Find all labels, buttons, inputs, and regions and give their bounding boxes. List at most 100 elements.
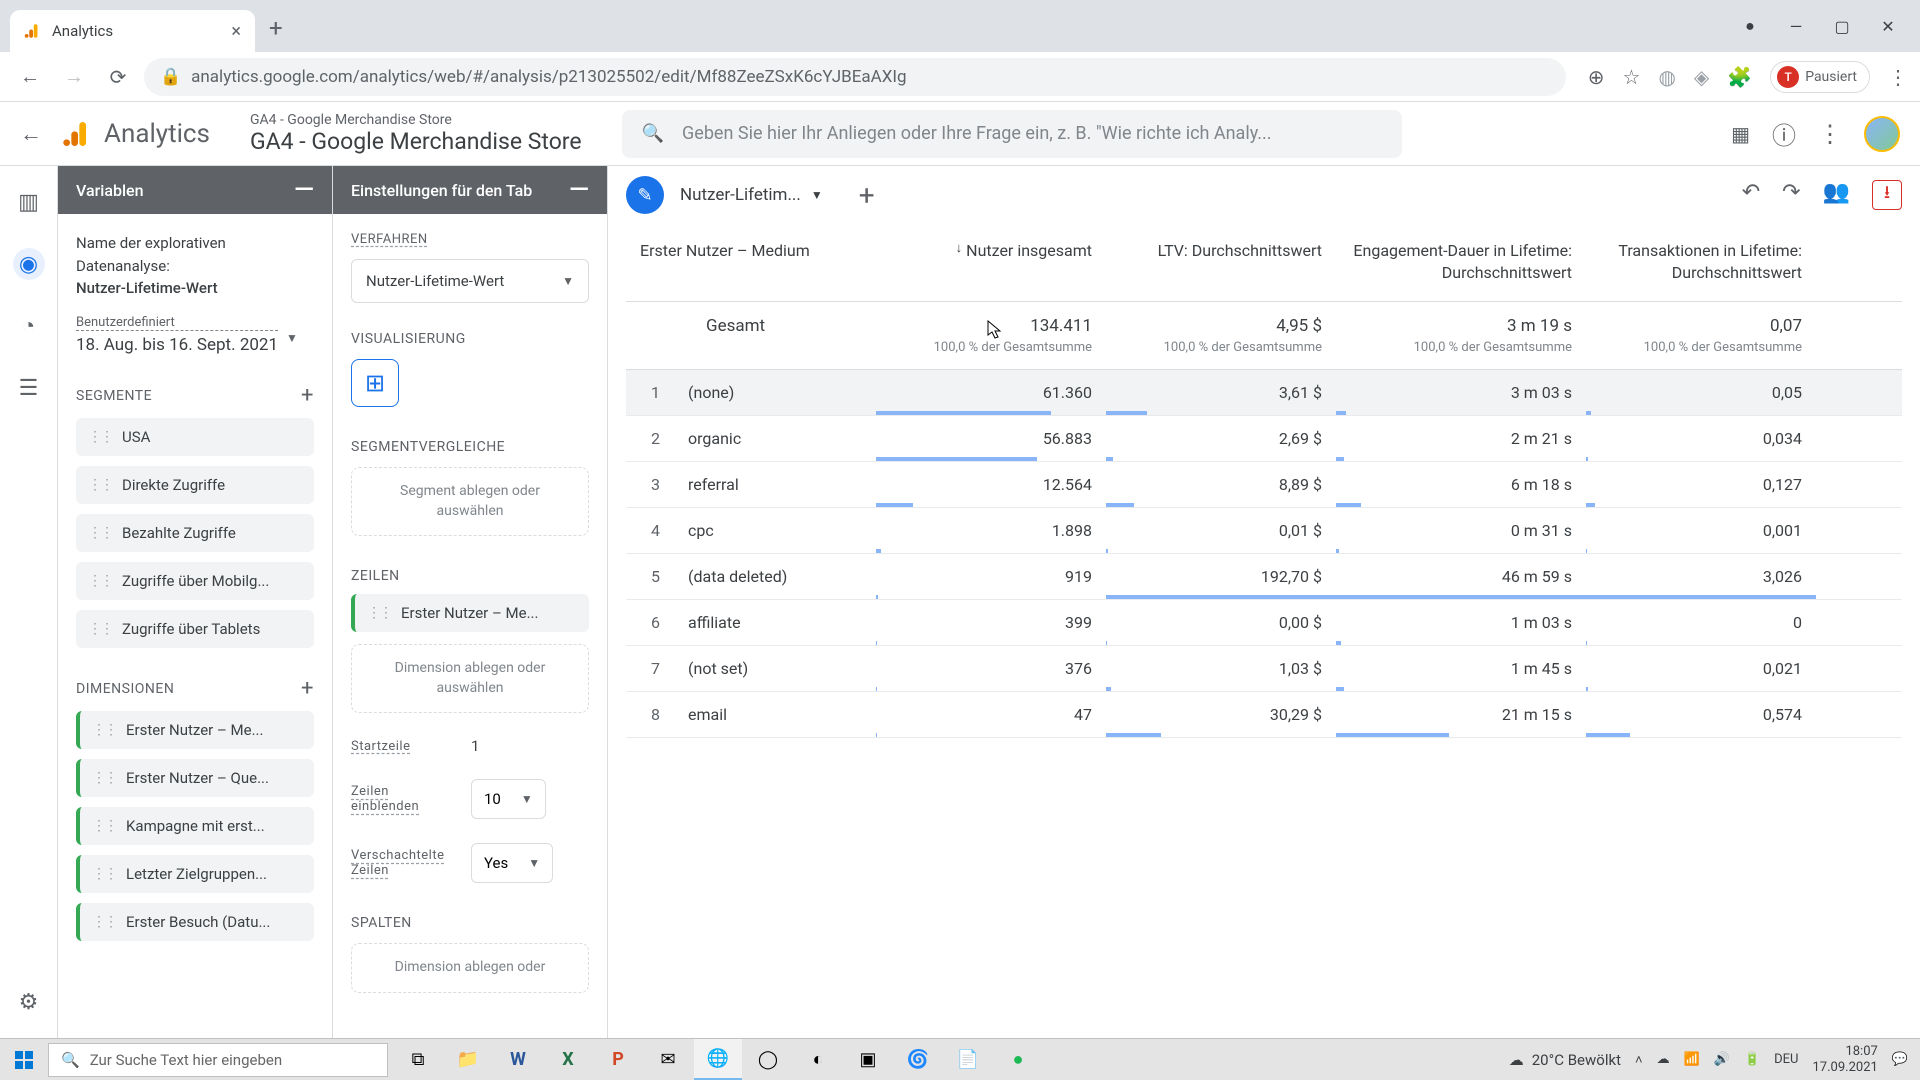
rail-configure-icon[interactable]: ☰ bbox=[13, 372, 45, 404]
obs-icon[interactable]: ◯ bbox=[744, 1039, 792, 1080]
extension-a-icon[interactable]: ◍ bbox=[1658, 65, 1675, 89]
collapse-settings-button[interactable]: — bbox=[569, 175, 589, 205]
undo-button[interactable]: ↶ bbox=[1742, 180, 1760, 210]
col-header-users[interactable]: ↓Nutzer insgesamt bbox=[876, 224, 1106, 301]
segcomp-dropzone[interactable]: Segment ablegen oder auswählen bbox=[351, 467, 589, 536]
apps-icon[interactable]: ▦ bbox=[1731, 122, 1750, 146]
table-row[interactable]: 8email4730,29 $21 m 15 s0,574 bbox=[626, 692, 1902, 738]
zoom-icon[interactable]: ⊕ bbox=[1588, 65, 1605, 89]
back-button[interactable]: ← bbox=[12, 59, 48, 95]
notepad-icon[interactable]: 📄 bbox=[944, 1039, 992, 1080]
address-bar[interactable]: 🔒 analytics.google.com/analytics/web/#/a… bbox=[144, 58, 1566, 96]
rows-chip[interactable]: ⋮⋮ Erster Nutzer – Me... bbox=[351, 594, 589, 632]
menu-icon[interactable]: ⋮ bbox=[1888, 65, 1908, 89]
export-button[interactable]: ⭳ bbox=[1872, 180, 1902, 210]
table-row[interactable]: 6affiliate3990,00 $1 m 03 s0 bbox=[626, 600, 1902, 646]
col-header-dimension[interactable]: Erster Nutzer – Medium bbox=[626, 224, 876, 301]
word-icon[interactable]: W bbox=[494, 1039, 542, 1080]
startrow-input[interactable] bbox=[471, 737, 531, 755]
app-icon-1[interactable]: ◐ bbox=[794, 1039, 842, 1080]
col-header-ltv[interactable]: LTV: Durchschnittswert bbox=[1106, 224, 1336, 301]
property-selector[interactable]: GA4 - Google Merchandise Store GA4 - Goo… bbox=[250, 112, 582, 155]
showrows-dropdown[interactable]: 10 ▼ bbox=[471, 779, 546, 819]
col-header-engagement[interactable]: Engagement-Dauer in Lifetime: Durchschni… bbox=[1336, 224, 1586, 301]
ga-back-button[interactable]: ← bbox=[20, 121, 42, 147]
dimension-chip[interactable]: ⋮⋮Kampagne mit erst... bbox=[76, 807, 314, 845]
reload-button[interactable]: ⟳ bbox=[100, 59, 136, 95]
dimension-chip[interactable]: ⋮⋮Letzter Zielgruppen... bbox=[76, 855, 314, 893]
extension-b-icon[interactable]: ◈ bbox=[1694, 65, 1709, 89]
rail-admin-icon[interactable]: ⚙ bbox=[13, 986, 45, 1018]
col-header-transactions[interactable]: Transaktionen in Lifetime: Durchschnitts… bbox=[1586, 224, 1816, 301]
minimize-button[interactable]: — bbox=[1774, 10, 1818, 42]
onedrive-icon[interactable]: ☁ bbox=[1657, 1052, 1670, 1067]
language-indicator[interactable]: DEU bbox=[1774, 1052, 1798, 1067]
table-row[interactable]: 7(not set)3761,03 $1 m 45 s0,021 bbox=[626, 646, 1902, 692]
account-avatar[interactable] bbox=[1864, 116, 1900, 152]
dimension-chip[interactable]: ⋮⋮Erster Besuch (Datu... bbox=[76, 903, 314, 941]
segment-chip[interactable]: ⋮⋮Bezahlte Zugriffe bbox=[76, 514, 314, 552]
add-dimension-button[interactable]: + bbox=[301, 676, 314, 701]
task-view-icon[interactable]: ⧉ bbox=[394, 1039, 442, 1080]
spotify-icon[interactable]: ● bbox=[994, 1039, 1042, 1080]
extensions-icon[interactable]: 🧩 bbox=[1727, 65, 1752, 89]
weather-widget[interactable]: ☁ 20°C Bewölkt bbox=[1509, 1051, 1621, 1069]
excel-icon[interactable]: X bbox=[544, 1039, 592, 1080]
table-row[interactable]: 4cpc1.8980,01 $0 m 31 s0,001 bbox=[626, 508, 1902, 554]
ga-logo[interactable]: Analytics bbox=[62, 118, 210, 150]
date-range-picker[interactable]: Benutzerdefiniert 18. Aug. bis 16. Sept.… bbox=[76, 315, 314, 355]
redo-button[interactable]: ↷ bbox=[1782, 180, 1800, 210]
new-tab-button[interactable]: + bbox=[269, 14, 283, 52]
cols-dropzone[interactable]: Dimension ablegen oder bbox=[351, 943, 589, 993]
table-row[interactable]: 1(none)61.3603,61 $3 m 03 s0,05 bbox=[626, 370, 1902, 416]
chrome-icon[interactable]: 🌐 bbox=[694, 1039, 742, 1080]
volume-icon[interactable]: 🔊 bbox=[1714, 1052, 1730, 1067]
dimension-chip[interactable]: ⋮⋮Erster Nutzer – Que... bbox=[76, 759, 314, 797]
share-button[interactable]: 👥 bbox=[1823, 180, 1850, 210]
dimension-chip[interactable]: ⋮⋮Erster Nutzer – Me... bbox=[76, 711, 314, 749]
help-icon[interactable]: ⓘ bbox=[1772, 116, 1796, 151]
powerpoint-icon[interactable]: P bbox=[594, 1039, 642, 1080]
segment-chip[interactable]: ⋮⋮USA bbox=[76, 418, 314, 456]
ga-search[interactable]: 🔍 Geben Sie hier Ihr Anliegen oder Ihre … bbox=[622, 110, 1402, 158]
segment-chip[interactable]: ⋮⋮Zugriffe über Mobilg... bbox=[76, 562, 314, 600]
browser-tab[interactable]: Analytics × bbox=[10, 10, 255, 52]
rail-reports-icon[interactable]: ▥ bbox=[13, 186, 45, 218]
bookmark-icon[interactable]: ☆ bbox=[1623, 65, 1641, 89]
rail-advertising-icon[interactable]: ◔ bbox=[13, 310, 45, 342]
add-tab-button[interactable]: + bbox=[859, 179, 875, 212]
table-row[interactable]: 2organic56.8832,69 $2 m 21 s0,034 bbox=[626, 416, 1902, 462]
explorer-icon[interactable]: 📁 bbox=[444, 1039, 492, 1080]
segment-chip[interactable]: ⋮⋮Direkte Zugriffe bbox=[76, 466, 314, 504]
account-dot-icon[interactable]: ● bbox=[1728, 10, 1772, 42]
tray-chevron-icon[interactable]: ˄ bbox=[1635, 1052, 1643, 1068]
rows-dropzone[interactable]: Dimension ablegen oder auswählen bbox=[351, 644, 589, 713]
close-tab-icon[interactable]: × bbox=[231, 21, 241, 42]
analysis-tab[interactable]: Nutzer-Lifetim... ▼ bbox=[680, 185, 823, 205]
nested-dropdown[interactable]: Yes ▼ bbox=[471, 843, 553, 883]
table-row[interactable]: 5(data deleted)919192,70 $46 m 59 s3,026 bbox=[626, 554, 1902, 600]
clock[interactable]: 18:07 17.09.2021 bbox=[1813, 1044, 1878, 1075]
mail-icon[interactable]: ✉ bbox=[644, 1039, 692, 1080]
battery-icon[interactable]: 🔋 bbox=[1744, 1052, 1760, 1067]
more-icon[interactable]: ⋮ bbox=[1818, 120, 1842, 148]
close-window-button[interactable]: ✕ bbox=[1866, 10, 1910, 42]
add-segment-button[interactable]: + bbox=[301, 383, 314, 408]
segment-chip[interactable]: ⋮⋮Zugriffe über Tablets bbox=[76, 610, 314, 648]
edge-icon[interactable]: 🌀 bbox=[894, 1039, 942, 1080]
profile-button[interactable]: T Pausiert bbox=[1770, 61, 1870, 93]
wifi-icon[interactable]: 📶 bbox=[1684, 1052, 1700, 1067]
edit-analysis-button[interactable]: ✎ bbox=[626, 176, 664, 214]
table-row[interactable]: 3referral12.5648,89 $6 m 18 s0,127 bbox=[626, 462, 1902, 508]
exploration-name-value[interactable]: Nutzer-Lifetime-Wert bbox=[76, 279, 314, 297]
forward-button[interactable]: → bbox=[56, 59, 92, 95]
start-button[interactable] bbox=[0, 1039, 48, 1080]
technique-dropdown[interactable]: Nutzer-Lifetime-Wert ▼ bbox=[351, 259, 589, 303]
viz-table-button[interactable]: ⊞ bbox=[351, 359, 399, 407]
maximize-button[interactable]: ▢ bbox=[1820, 10, 1864, 42]
app-icon-2[interactable]: ▣ bbox=[844, 1039, 892, 1080]
taskbar-search[interactable]: 🔍 Zur Suche Text hier eingeben bbox=[48, 1043, 388, 1077]
notifications-icon[interactable]: 💬 bbox=[1892, 1052, 1908, 1067]
rail-explore-icon[interactable]: ◉ bbox=[13, 248, 45, 280]
collapse-variables-button[interactable]: — bbox=[294, 175, 314, 205]
